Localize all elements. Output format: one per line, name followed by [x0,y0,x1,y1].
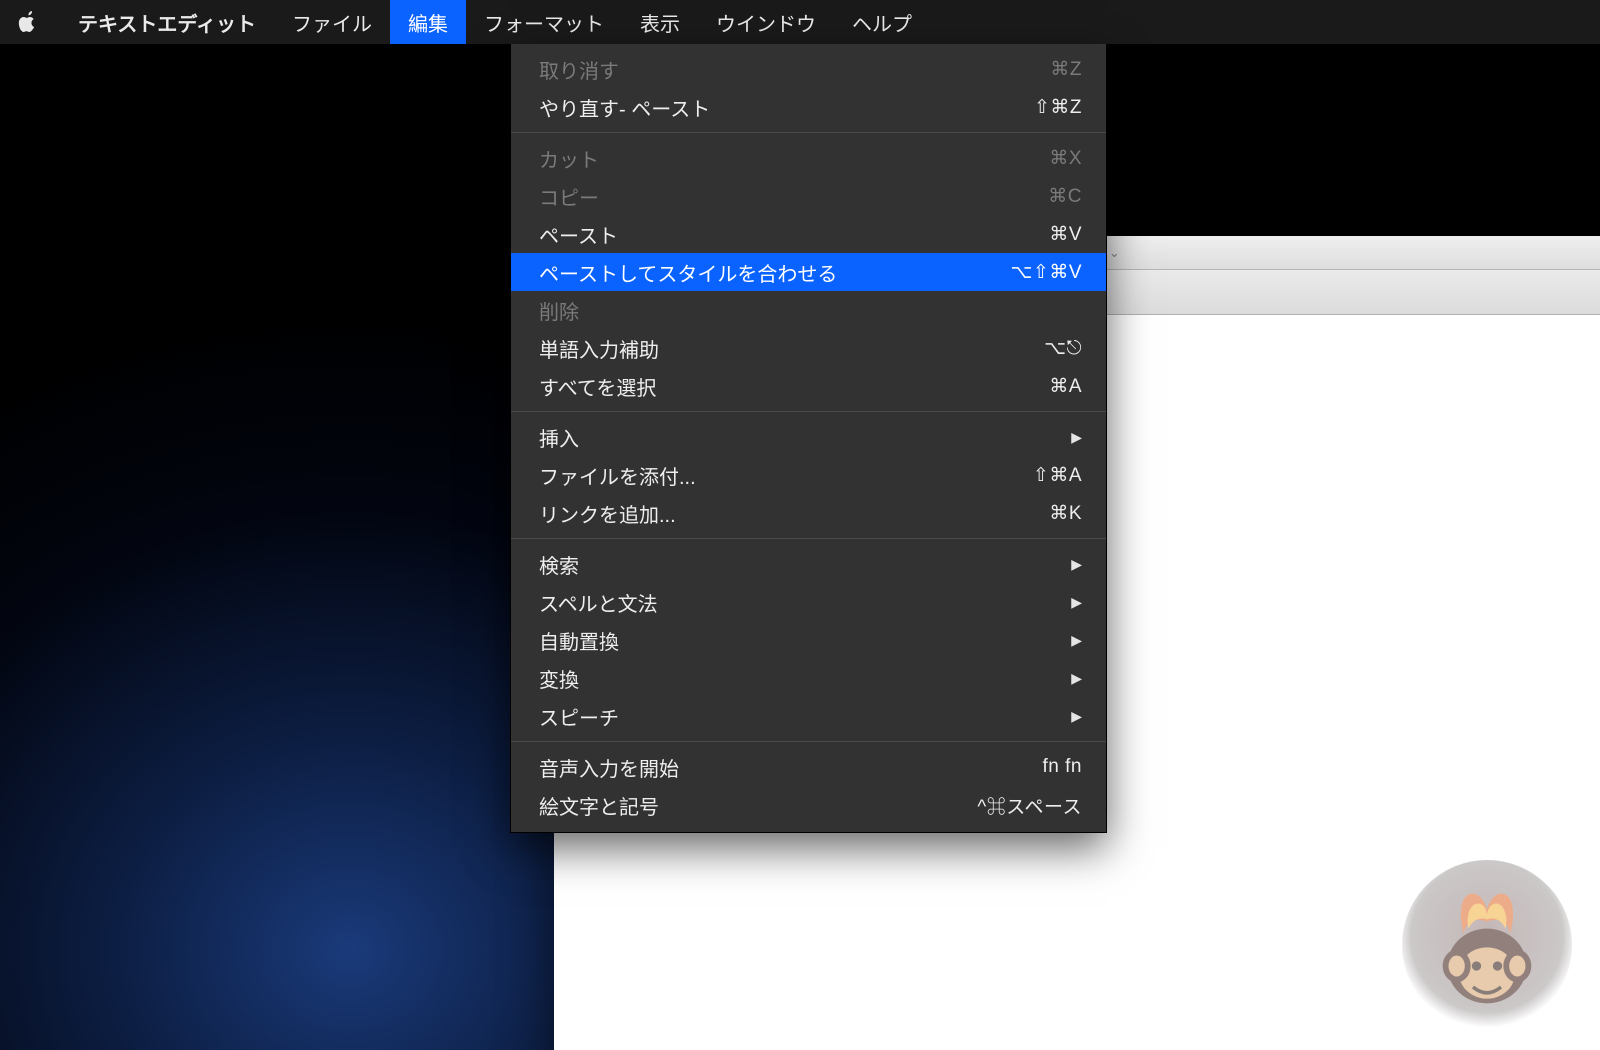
menu-item-undo: 取り消す ⌘Z [511,50,1106,88]
menu-item-copy: コピー ⌘C [511,177,1106,215]
menu-item-paste-match-style[interactable]: ペーストしてスタイルを合わせる ⌥⇧⌘V [511,253,1106,291]
menu-item-transformations[interactable]: 変換 ▶ [511,659,1106,697]
apple-menu-icon[interactable] [18,11,38,33]
menu-separator [511,411,1106,412]
menu-item-insert[interactable]: 挿入 ▶ [511,418,1106,456]
menubar-item-window[interactable]: ウインドウ [698,0,834,44]
watermark-logo [1402,860,1572,1030]
menu-item-start-dictation[interactable]: 音声入力を開始 fn fn [511,748,1106,786]
menu-separator [511,538,1106,539]
menu-item-find[interactable]: 検索 ▶ [511,545,1106,583]
menubar-item-format[interactable]: フォーマット [466,0,622,44]
menu-separator [511,132,1106,133]
menubar-item-view[interactable]: 表示 [622,0,698,44]
menubar-item-help[interactable]: ヘルプ [834,0,930,44]
chevron-down-icon[interactable]: ⌄ [1109,245,1120,261]
submenu-arrow-icon: ▶ [1071,632,1082,649]
menubar-item-edit[interactable]: 編集 [390,0,466,44]
menu-item-redo[interactable]: やり直す- ペースト ⇧⌘Z [511,88,1106,126]
menu-separator [511,741,1106,742]
menu-item-add-link[interactable]: リンクを追加... ⌘K [511,494,1106,532]
menu-item-speech[interactable]: スピーチ ▶ [511,697,1106,735]
submenu-arrow-icon: ▶ [1071,670,1082,687]
submenu-arrow-icon: ▶ [1071,556,1082,573]
menubar-item-file[interactable]: ファイル [274,0,390,44]
menu-item-complete[interactable]: 単語入力補助 ⌥⎋ [511,329,1106,367]
menubar-appname[interactable]: テキストエディット [60,0,274,44]
menu-item-attach-file[interactable]: ファイルを添付... ⇧⌘A [511,456,1106,494]
menu-item-delete: 削除 [511,291,1106,329]
menu-item-select-all[interactable]: すべてを選択 ⌘A [511,367,1106,405]
menu-item-spelling[interactable]: スペルと文法 ▶ [511,583,1106,621]
monkey-icon [1427,875,1547,1015]
menu-item-cut: カット ⌘X [511,139,1106,177]
menu-item-substitutions[interactable]: 自動置換 ▶ [511,621,1106,659]
submenu-arrow-icon: ▶ [1071,594,1082,611]
submenu-arrow-icon: ▶ [1071,429,1082,446]
menu-item-paste[interactable]: ペースト ⌘V [511,215,1106,253]
submenu-arrow-icon: ▶ [1071,708,1082,725]
menu-item-emoji-symbols[interactable]: 絵文字と記号 ^⌘スペース [511,786,1106,824]
menubar: テキストエディット ファイル 編集 フォーマット 表示 ウインドウ ヘルプ [0,0,1600,44]
desktop: 未設定.rtf ⌄ a B I U [0,0,1600,1050]
edit-menu-dropdown: 取り消す ⌘Z やり直す- ペースト ⇧⌘Z カット ⌘X コピー ⌘C ペース… [510,44,1107,833]
